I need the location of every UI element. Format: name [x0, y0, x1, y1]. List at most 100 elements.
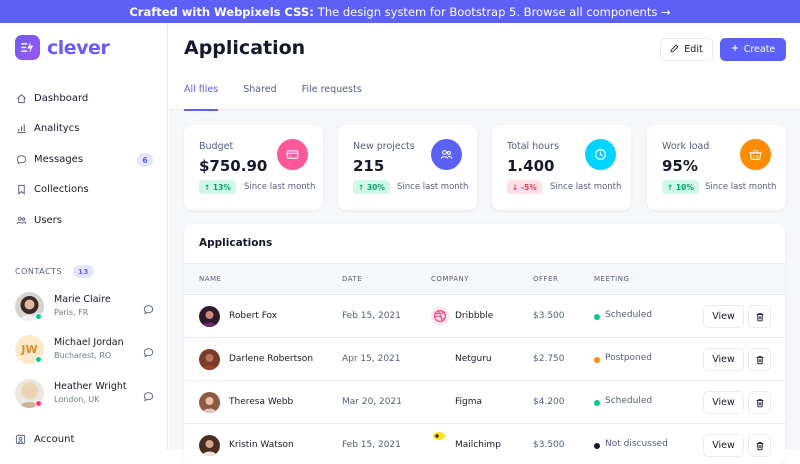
trash-icon[interactable]	[748, 348, 771, 371]
contacts-heading: CONTACTS 13	[15, 265, 94, 278]
offer-value: $4.200	[533, 397, 565, 407]
contact-item[interactable]: Marie Claire Paris, FR	[15, 292, 165, 322]
page-title: Application	[184, 37, 306, 59]
tab-all-files[interactable]: All files	[184, 82, 219, 111]
meeting-status: Scheduled	[605, 310, 653, 320]
avatar	[199, 392, 220, 413]
sidebar-item-account[interactable]: Account	[15, 433, 74, 445]
sidebar-item-users[interactable]: Users	[0, 205, 168, 236]
since-text: Since last month	[244, 182, 316, 192]
contact-item[interactable]: JW Michael Jordan Bucharest, RO	[15, 335, 165, 365]
mailchimp-icon	[431, 430, 447, 442]
stat-label: Work load	[662, 141, 710, 152]
applicant-name: Darlene Robertson	[229, 354, 314, 364]
chat-icon[interactable]	[143, 300, 154, 315]
create-button-label: Create	[743, 44, 776, 55]
since-text: Since last month	[705, 182, 777, 192]
company-name: Mailchimp	[455, 440, 501, 450]
table-row: Theresa Webb Mar 20, 2021 Figma $4.200 S…	[184, 381, 785, 424]
table-row: Robert Fox Feb 15, 2021 Dribbble $3.500 …	[184, 295, 785, 338]
contact-name: Heather Wright	[54, 381, 127, 392]
column-header: NAME	[199, 275, 222, 283]
banner-text: The design system for Bootstrap 5. Brows…	[317, 4, 671, 19]
change-badge: ↓ -5%	[507, 180, 542, 194]
view-button[interactable]: View	[703, 348, 744, 371]
sidebar-item-label: Messages	[34, 153, 84, 165]
stat-card-budget: Budget $750.90 ↑ 13% Since last month	[184, 125, 323, 210]
chat-icon[interactable]	[143, 387, 154, 402]
view-button[interactable]: View	[703, 391, 744, 414]
sidebar-item-label: Account	[34, 433, 75, 445]
people-icon	[431, 139, 462, 170]
view-button[interactable]: View	[703, 434, 744, 457]
column-header: MEETING	[594, 275, 630, 283]
meeting-status-dot	[594, 400, 600, 406]
change-value: 30%	[366, 182, 385, 192]
meeting-status: Postponed	[605, 353, 653, 363]
trash-icon[interactable]	[748, 305, 771, 328]
contact-location: London, UK	[54, 395, 100, 404]
offer-value: $3.500	[533, 440, 565, 450]
stat-value: 215	[353, 157, 385, 175]
offer-value: $3.500	[533, 311, 565, 321]
plus-icon	[731, 44, 739, 55]
edit-button[interactable]: Edit	[660, 38, 713, 61]
stat-card-hours: Total hours 1.400 ↓ -5% Since last month	[492, 125, 631, 210]
column-header: DATE	[342, 275, 363, 283]
applications-card: Applications NAME DATE COMPANY OFFER MEE…	[184, 224, 785, 464]
change-value: -5%	[520, 182, 537, 192]
contacts-heading-label: CONTACTS	[15, 267, 63, 276]
column-header: COMPANY	[431, 275, 470, 283]
promo-banner[interactable]: Crafted with Webpixels CSS: The design s…	[0, 0, 800, 23]
stat-label: Budget	[199, 141, 234, 152]
tab-bar: All files Shared File requests	[184, 82, 387, 111]
brand-name: clever	[47, 36, 110, 59]
company-name: Netguru	[455, 354, 492, 364]
meeting-status-dot	[594, 443, 600, 449]
chat-icon[interactable]	[143, 343, 154, 358]
page-header: Application Edit Create All files Shared…	[169, 23, 800, 111]
sidebar-item-label: Analitycs	[34, 123, 80, 135]
credit-card-icon	[277, 139, 308, 170]
arrow-up-icon: ↑	[204, 182, 213, 192]
sidebar-item-messages[interactable]: Messages 6	[0, 144, 168, 175]
sidebar-item-label: Dashboard	[34, 92, 89, 104]
meeting-status: Scheduled	[605, 396, 653, 406]
stat-card-workload: Work load 95% ↑ 10% Since last month	[647, 125, 786, 210]
view-button[interactable]: View	[703, 305, 744, 328]
change-value: 13%	[212, 182, 231, 192]
arrow-up-icon: ↑	[358, 182, 367, 192]
avatar	[199, 349, 220, 370]
contact-location: Paris, FR	[54, 308, 89, 317]
change-badge: ↑ 30%	[353, 180, 390, 194]
trash-icon[interactable]	[748, 434, 771, 457]
trash-icon[interactable]	[748, 391, 771, 414]
create-button[interactable]: Create	[720, 38, 786, 61]
contact-item[interactable]: Heather Wright London, UK	[15, 379, 165, 409]
pencil-icon	[670, 44, 679, 56]
person-square-icon	[15, 433, 27, 445]
tab-shared[interactable]: Shared	[243, 82, 276, 110]
banner-strong-text: Crafted with Webpixels CSS:	[129, 4, 314, 19]
company-name: Figma	[455, 397, 483, 407]
sidebar-item-collections[interactable]: Collections	[0, 175, 168, 206]
sidebar-item-analytics[interactable]: Analitycs	[0, 114, 168, 145]
status-dot	[35, 400, 42, 407]
avatar	[199, 435, 220, 456]
column-header: OFFER	[533, 275, 559, 283]
stat-card-projects: New projects 215 ↑ 30% Since last month	[338, 125, 477, 210]
applicant-name: Theresa Webb	[229, 397, 294, 407]
meeting-status-dot	[594, 357, 600, 363]
sidebar-item-dashboard[interactable]: Dashboard	[0, 83, 168, 114]
brand-logo[interactable]: clever	[15, 35, 110, 60]
stat-value: $750.90	[199, 157, 268, 175]
contact-location: Bucharest, RO	[54, 351, 112, 360]
since-text: Since last month	[397, 182, 469, 192]
applications-title: Applications	[199, 237, 273, 249]
tab-file-requests[interactable]: File requests	[302, 82, 362, 110]
stat-value: 95%	[662, 157, 698, 175]
basket-icon	[740, 139, 771, 170]
meeting-status-dot	[594, 314, 600, 320]
company-name: Dribbble	[455, 311, 494, 321]
house-icon	[15, 92, 27, 104]
